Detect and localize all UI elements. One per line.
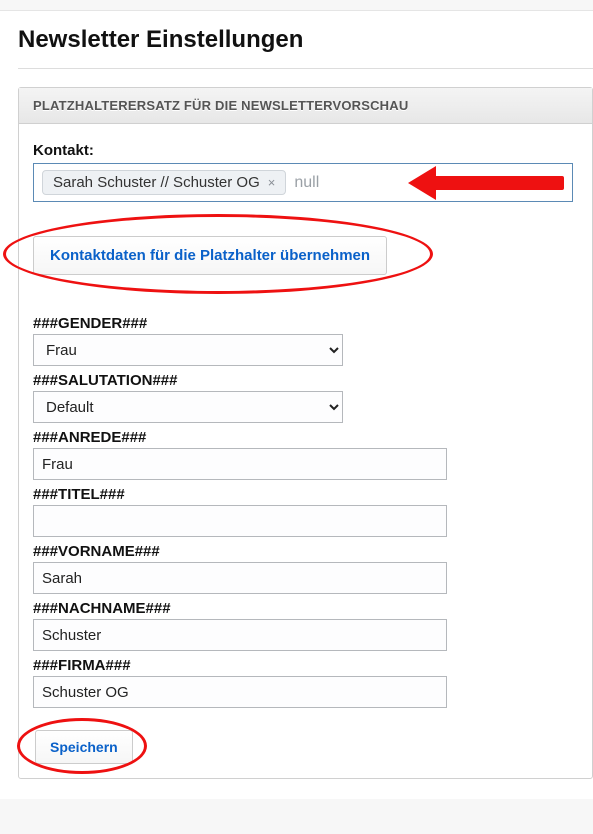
placeholder-fields: ###GENDER### Frau ###SALUTATION### Defau… xyxy=(33,315,578,708)
nachname-label: ###NACHNAME### xyxy=(33,600,578,617)
anrede-label: ###ANREDE### xyxy=(33,429,578,446)
settings-panel: PLATZHALTERERSATZ FÜR DIE NEWSLETTERVORS… xyxy=(18,87,593,779)
panel-heading: PLATZHALTERERSATZ FÜR DIE NEWSLETTERVORS… xyxy=(19,88,592,124)
salutation-select[interactable]: Default xyxy=(33,391,343,423)
gender-label: ###GENDER### xyxy=(33,315,578,332)
contact-chip: Sarah Schuster // Schuster OG × xyxy=(42,170,286,195)
titel-label: ###TITEL### xyxy=(33,486,578,503)
page-title: Newsletter Einstellungen xyxy=(18,26,593,54)
anrede-input[interactable] xyxy=(33,448,447,480)
apply-contact-button[interactable]: Kontaktdaten für die Platzhalter überneh… xyxy=(33,236,387,275)
save-button[interactable]: Speichern xyxy=(35,730,133,764)
firma-input[interactable] xyxy=(33,676,447,708)
page: Newsletter Einstellungen PLATZHALTERERSA… xyxy=(0,10,593,799)
titel-input[interactable] xyxy=(33,505,447,537)
contact-tag-input[interactable]: Sarah Schuster // Schuster OG × null xyxy=(33,163,573,202)
gender-select[interactable]: Frau xyxy=(33,334,343,366)
firma-label: ###FIRMA### xyxy=(33,657,578,674)
annotation-arrow-icon xyxy=(408,166,564,200)
contact-label: Kontakt: xyxy=(33,142,578,159)
panel-body: Kontakt: Sarah Schuster // Schuster OG ×… xyxy=(19,124,592,778)
apply-button-wrap: Kontaktdaten für die Platzhalter überneh… xyxy=(33,236,387,275)
vorname-input[interactable] xyxy=(33,562,447,594)
divider xyxy=(18,68,593,69)
salutation-label: ###SALUTATION### xyxy=(33,372,578,389)
contact-chip-text: Sarah Schuster // Schuster OG xyxy=(53,174,260,191)
remove-chip-icon[interactable]: × xyxy=(266,175,278,190)
nachname-input[interactable] xyxy=(33,619,447,651)
save-button-wrap: Speichern xyxy=(35,730,133,764)
contact-input-text: null xyxy=(294,174,319,192)
vorname-label: ###VORNAME### xyxy=(33,543,578,560)
